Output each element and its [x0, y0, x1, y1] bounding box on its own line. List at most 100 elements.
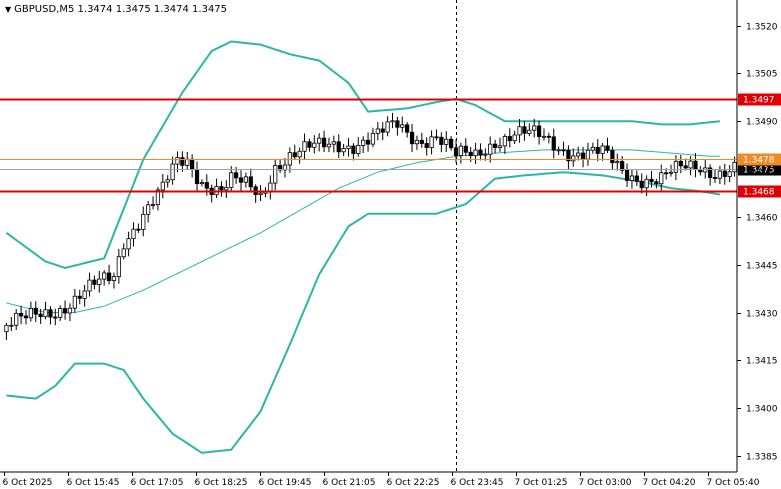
candle[interactable]	[405, 121, 410, 138]
candle[interactable]	[590, 142, 595, 154]
candle[interactable]	[576, 146, 581, 161]
candle[interactable]	[92, 275, 97, 290]
candle[interactable]	[82, 284, 87, 307]
candle[interactable]	[72, 288, 77, 313]
candle[interactable]	[517, 119, 522, 143]
candle[interactable]	[277, 158, 283, 173]
candle[interactable]	[419, 132, 424, 148]
candle[interactable]	[121, 243, 126, 260]
candle[interactable]	[409, 124, 415, 153]
candle[interactable]	[536, 120, 542, 145]
candle[interactable]	[248, 168, 253, 192]
candle[interactable]	[253, 184, 258, 203]
candle[interactable]	[458, 142, 464, 164]
candle[interactable]	[268, 175, 273, 200]
candle[interactable]	[28, 301, 33, 322]
candle[interactable]	[317, 133, 322, 152]
candle[interactable]	[507, 128, 512, 148]
candle[interactable]	[136, 223, 141, 233]
candle[interactable]	[102, 270, 107, 286]
candle[interactable]	[483, 148, 488, 161]
candle[interactable]	[644, 175, 649, 197]
candle[interactable]	[18, 305, 24, 325]
candle[interactable]	[400, 116, 405, 133]
candle[interactable]	[336, 134, 341, 158]
candle[interactable]	[67, 303, 73, 322]
candle[interactable]	[385, 116, 390, 137]
candle[interactable]	[297, 147, 302, 164]
candle[interactable]	[209, 184, 214, 203]
candle[interactable]	[600, 143, 605, 161]
candle[interactable]	[624, 163, 630, 188]
candle[interactable]	[219, 181, 224, 197]
candle[interactable]	[722, 163, 727, 185]
candle[interactable]	[53, 308, 58, 326]
candle[interactable]	[512, 130, 517, 145]
candle[interactable]	[321, 130, 327, 153]
candle[interactable]	[639, 173, 644, 194]
candle[interactable]	[126, 231, 131, 257]
candle[interactable]	[23, 310, 29, 325]
candle[interactable]	[712, 169, 718, 183]
candle[interactable]	[629, 169, 635, 189]
candle[interactable]	[361, 136, 366, 154]
candle[interactable]	[683, 158, 688, 171]
candle[interactable]	[238, 170, 244, 191]
candle[interactable]	[492, 139, 498, 154]
candle[interactable]	[620, 155, 625, 175]
candle[interactable]	[150, 196, 156, 210]
candle[interactable]	[478, 143, 483, 161]
candle[interactable]	[659, 164, 664, 192]
candle[interactable]	[9, 317, 14, 332]
candle[interactable]	[473, 142, 478, 164]
candle[interactable]	[727, 165, 732, 183]
candle[interactable]	[444, 131, 449, 153]
candle[interactable]	[292, 144, 297, 161]
candle[interactable]	[380, 122, 385, 141]
candlesticks[interactable]	[4, 112, 737, 340]
collapse-triangle-icon[interactable]: ▼	[5, 5, 11, 14]
candle[interactable]	[429, 130, 434, 155]
candle[interactable]	[497, 137, 503, 153]
candle[interactable]	[346, 137, 351, 157]
candle[interactable]	[556, 146, 561, 156]
candle[interactable]	[693, 153, 698, 178]
candle[interactable]	[351, 143, 356, 161]
candle[interactable]	[258, 184, 263, 201]
candle[interactable]	[62, 300, 68, 320]
candle[interactable]	[546, 132, 551, 144]
candle[interactable]	[541, 128, 547, 141]
candle[interactable]	[131, 222, 136, 247]
candle[interactable]	[566, 145, 571, 170]
price-chart[interactable]: 1.3475 1.3497 1.3478 1.3468 1.3520 1.3505 1.3…	[0, 0, 781, 489]
candle[interactable]	[439, 132, 444, 153]
candle[interactable]	[116, 248, 121, 284]
candle[interactable]	[14, 309, 19, 331]
candle[interactable]	[307, 138, 312, 152]
candle[interactable]	[214, 178, 219, 199]
candle[interactable]	[527, 123, 532, 137]
candle[interactable]	[551, 128, 556, 159]
candle[interactable]	[273, 159, 278, 191]
candle[interactable]	[449, 135, 454, 151]
candle[interactable]	[58, 305, 63, 322]
candle[interactable]	[4, 322, 9, 340]
candle[interactable]	[331, 135, 336, 153]
candle[interactable]	[48, 306, 53, 325]
candle[interactable]	[141, 206, 146, 237]
candle[interactable]	[194, 161, 200, 191]
candle[interactable]	[390, 112, 395, 129]
candle[interactable]	[97, 270, 102, 293]
candle[interactable]	[87, 272, 92, 297]
candle[interactable]	[199, 179, 205, 187]
candle[interactable]	[111, 272, 117, 289]
candle[interactable]	[678, 154, 683, 174]
candle[interactable]	[146, 200, 151, 223]
candle[interactable]	[615, 153, 620, 171]
candle[interactable]	[243, 172, 249, 188]
candle[interactable]	[43, 301, 48, 320]
candle[interactable]	[585, 142, 591, 166]
candle[interactable]	[185, 151, 190, 170]
candle[interactable]	[312, 135, 317, 154]
candle[interactable]	[302, 133, 307, 160]
